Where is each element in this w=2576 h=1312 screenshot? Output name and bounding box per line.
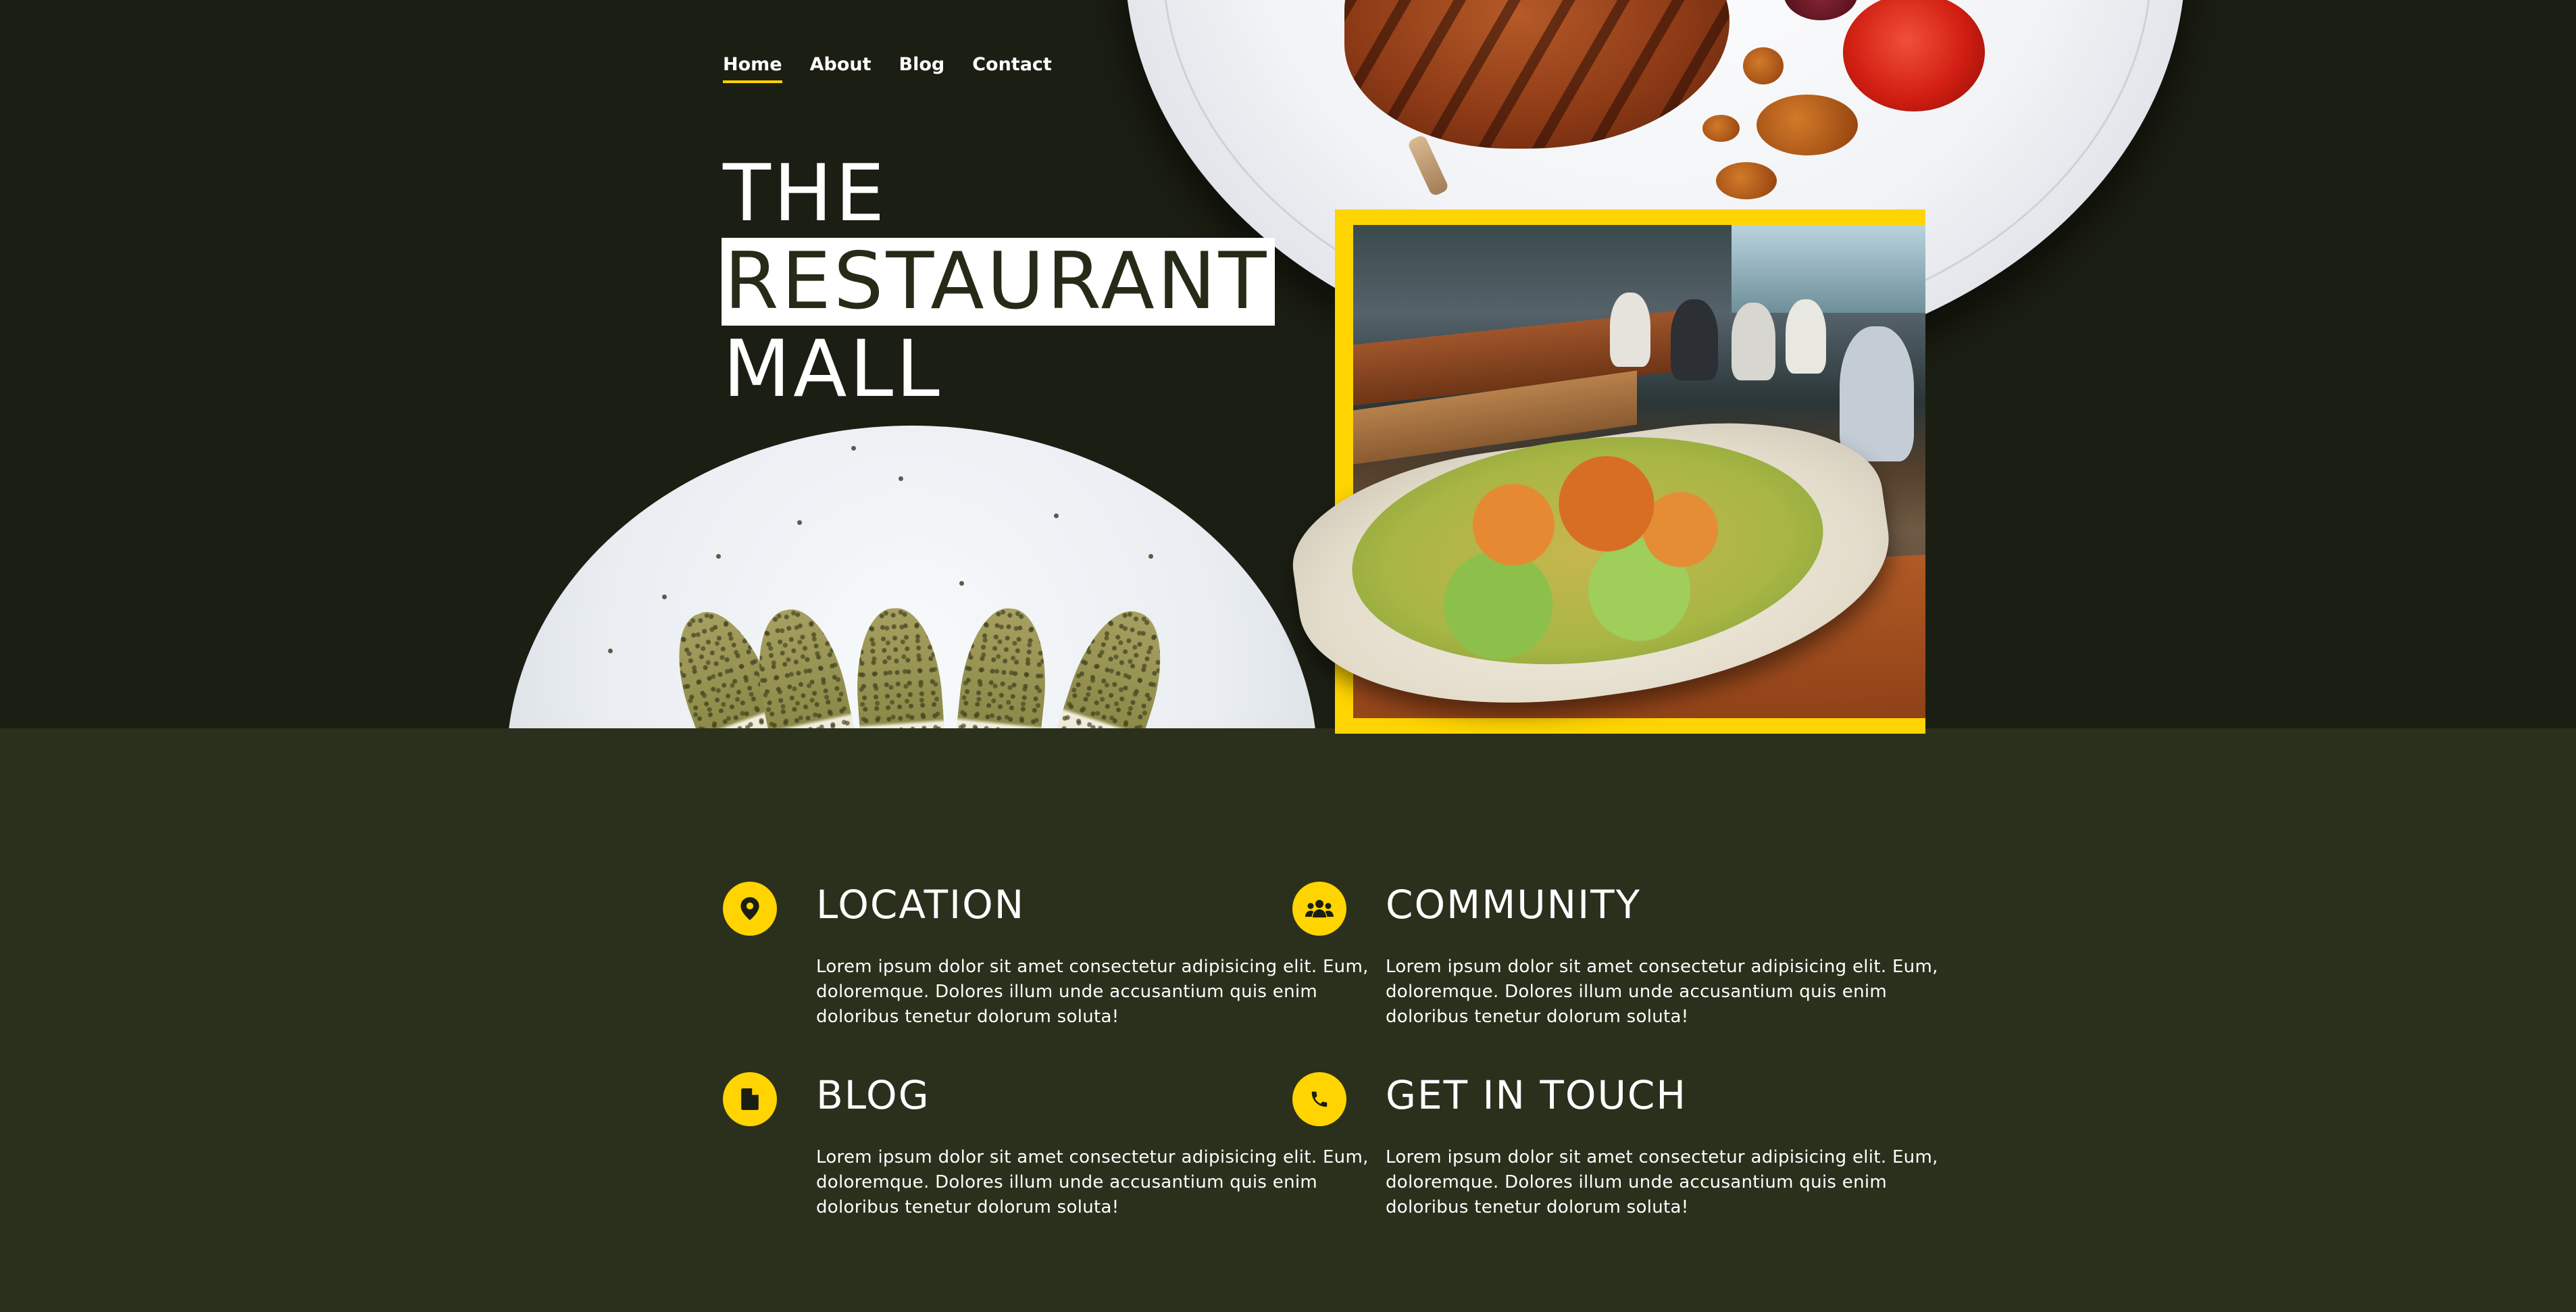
feature-title: LOCATION	[816, 882, 1026, 928]
main-nav: Home About Blog Contact	[723, 54, 1052, 83]
title-line-2-highlight: RESTAURANT	[722, 238, 1275, 326]
sauce-drop	[1757, 95, 1858, 155]
pepper-speck	[1148, 554, 1153, 559]
nav-about[interactable]: About	[810, 54, 872, 83]
nav-contact[interactable]: Contact	[972, 54, 1052, 83]
page-title: THE RESTAURANT MALL	[722, 148, 1275, 415]
nav-home[interactable]: Home	[723, 54, 782, 83]
users-icon	[1305, 900, 1334, 917]
pepper-speck	[1054, 513, 1059, 518]
title-line-3: MALL	[723, 324, 942, 415]
community-icon-badge	[1292, 882, 1346, 936]
feature-text: Lorem ipsum dolor sit amet consectetur a…	[816, 1147, 1369, 1217]
photo-person	[1610, 293, 1650, 367]
phone-icon	[1311, 1091, 1328, 1107]
pepper-speck	[662, 595, 667, 599]
photo-window	[1732, 225, 1925, 313]
title-line-1: THE	[723, 148, 888, 239]
pepper-speck	[797, 520, 802, 525]
pepper-speck	[899, 476, 903, 481]
feature-text: Lorem ipsum dolor sit amet consectetur a…	[1386, 957, 1938, 1027]
sauce-drop	[1743, 47, 1784, 84]
sauce-drop	[1702, 115, 1740, 142]
photo-person	[1786, 299, 1826, 374]
photo-person	[1671, 299, 1718, 380]
feature-title: COMMUNITY	[1386, 882, 1642, 928]
location-icon-badge	[723, 882, 777, 936]
sauce-drop	[1716, 162, 1777, 199]
feature-title: GET IN TOUCH	[1386, 1072, 1688, 1118]
pepper-speck	[608, 649, 613, 653]
feature-text: Lorem ipsum dolor sit amet consectetur a…	[816, 957, 1369, 1027]
pepper-speck	[959, 581, 964, 586]
nav-blog[interactable]: Blog	[899, 54, 945, 83]
blog-icon-badge	[723, 1072, 777, 1126]
pepper-speck	[851, 446, 856, 451]
map-pin-icon	[740, 897, 759, 920]
contact-icon-badge	[1292, 1072, 1346, 1126]
feature-title: BLOG	[816, 1072, 930, 1118]
photo-person	[1840, 326, 1914, 461]
file-icon	[741, 1088, 759, 1110]
photo-person	[1732, 303, 1775, 380]
feature-text: Lorem ipsum dolor sit amet consectetur a…	[1386, 1147, 1938, 1217]
pepper-speck	[716, 554, 721, 559]
hero-section: Home About Blog Contact THE RESTAURANT M…	[0, 0, 2576, 728]
